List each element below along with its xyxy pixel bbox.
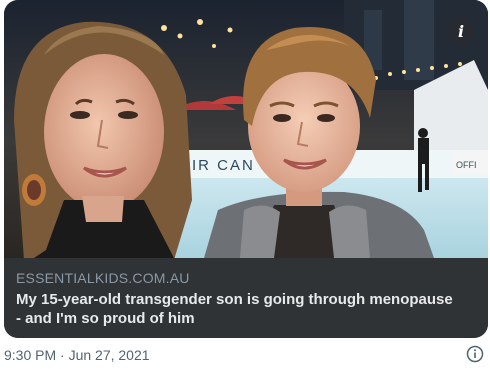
card-domain: ESSENTIALKIDS.COM.AU: [16, 270, 190, 286]
info-circle-icon[interactable]: [466, 345, 484, 363]
tweet-timestamp[interactable]: 9:30 PM · Jun 27, 2021: [4, 347, 150, 363]
photo-illustration: AIR CAN OFFI: [4, 0, 488, 258]
link-preview-card[interactable]: AIR CAN OFFI i ESSENTIALKIDS.COM.AU My 1…: [4, 0, 488, 338]
rink-sign-left: AIR CAN: [180, 157, 255, 174]
card-meta[interactable]: ESSENTIALKIDS.COM.AU My 15-year-old tran…: [4, 258, 488, 338]
preview-image[interactable]: AIR CAN OFFI i: [4, 0, 488, 258]
card-headline[interactable]: My 15-year-old transgender son is going …: [16, 290, 456, 328]
info-i-icon[interactable]: i: [446, 16, 476, 46]
rink-sign-right: OFFI: [456, 160, 477, 170]
